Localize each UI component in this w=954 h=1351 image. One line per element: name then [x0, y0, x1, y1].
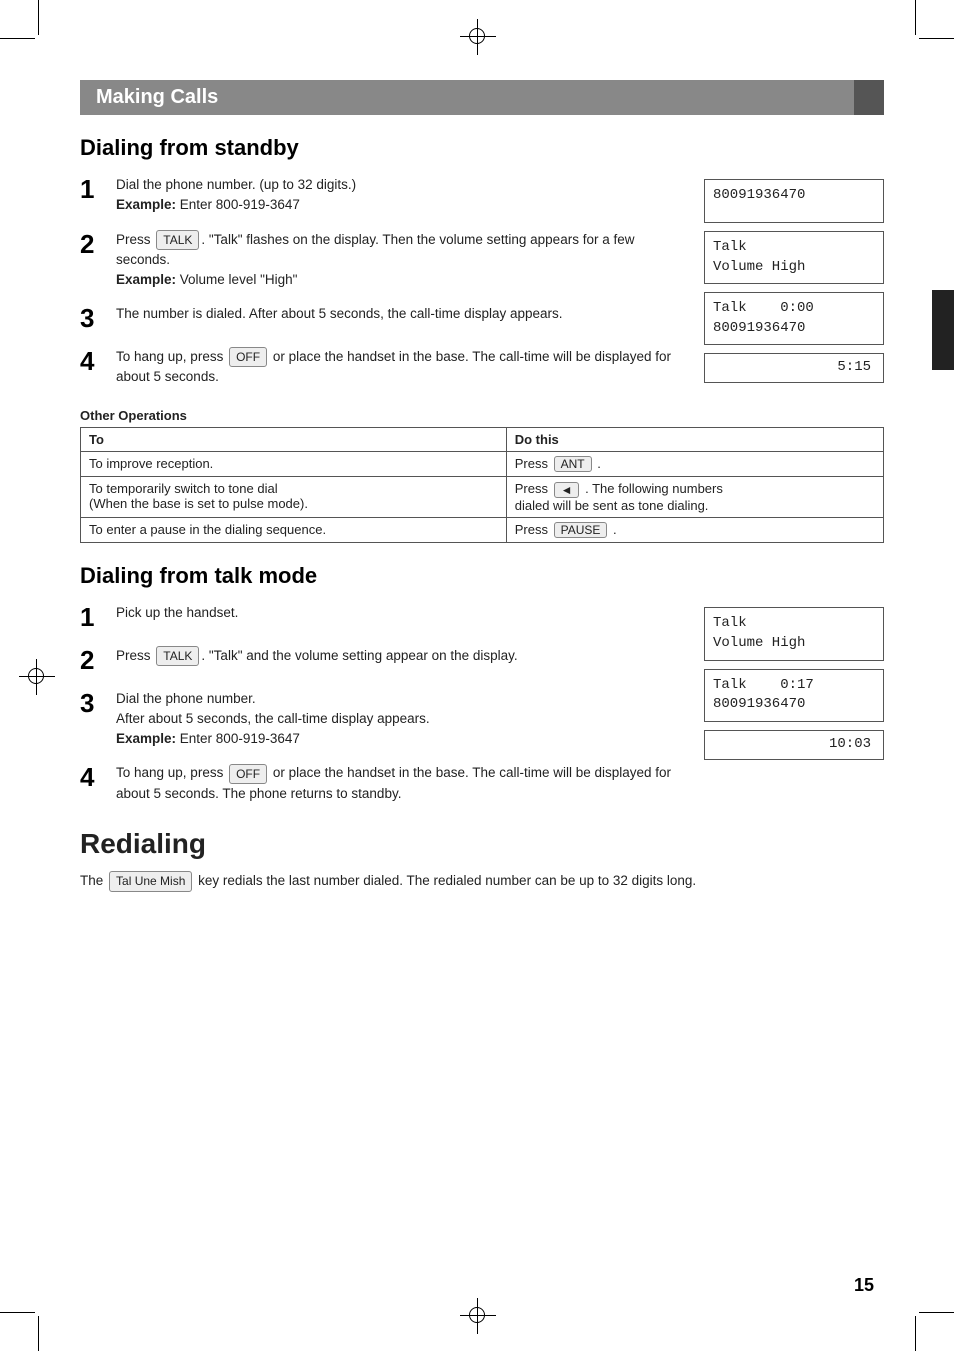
- step-standby-3: 3 The number is dialed. After about 5 se…: [80, 304, 684, 333]
- lcd-standby-1: 80091936470: [704, 179, 884, 223]
- lcd-talk-3: 10:03: [704, 730, 884, 760]
- step-talk-num-4: 4: [80, 763, 110, 792]
- ops-row-3-to: To enter a pause in the dialing sequence…: [81, 517, 507, 543]
- talk-key-talk2: TALK: [156, 646, 199, 666]
- step-talk-content-4: To hang up, press OFF or place the hands…: [116, 763, 684, 804]
- step-talk-3: 3 Dial the phone number. After about 5 s…: [80, 689, 684, 750]
- section-title: Making Calls: [96, 86, 218, 109]
- step-content-1: Dial the phone number. (up to 32 digits.…: [116, 175, 684, 216]
- step-num-2: 2: [80, 230, 110, 259]
- step-talk-4: 4 To hang up, press OFF or place the han…: [80, 763, 684, 804]
- pause-key: PAUSE: [554, 522, 608, 538]
- side-tab: [932, 290, 954, 370]
- ops-row-3-do: Press PAUSE .: [506, 517, 883, 543]
- registration-mark-bottom: [469, 1307, 485, 1323]
- tone-key: ◄: [554, 482, 580, 498]
- ops-row-2-do: Press ◄ . The following numbersdialed wi…: [506, 477, 883, 518]
- ops-col-to: To: [81, 427, 507, 451]
- step-standby-4: 4 To hang up, press OFF or place the han…: [80, 347, 684, 388]
- step-content-4: To hang up, press OFF or place the hands…: [116, 347, 684, 388]
- ops-row-2: To temporarily switch to tone dial(When …: [81, 477, 884, 518]
- dialing-talk-title: Dialing from talk mode: [80, 563, 884, 589]
- ops-row-2-to: To temporarily switch to tone dial(When …: [81, 477, 507, 518]
- off-key-standby4: OFF: [229, 347, 267, 367]
- lcd-talk-2: Talk 0:17 80091936470: [704, 669, 884, 722]
- ops-col-do: Do this: [506, 427, 883, 451]
- redialing-section: Redialing The Tal Une Mish key redials t…: [80, 828, 884, 892]
- section-header: Making Calls: [80, 80, 884, 115]
- talk-displays: Talk Volume High Talk 0:17 80091936470 1…: [704, 603, 884, 818]
- lcd-standby-3: Talk 0:00 80091936470: [704, 292, 884, 345]
- talk-key-standby2: TALK: [156, 230, 199, 250]
- step-talk-num-2: 2: [80, 646, 110, 675]
- step-num-1: 1: [80, 175, 110, 204]
- registration-mark-top: [469, 28, 485, 44]
- ops-row-1-to: To improve reception.: [81, 451, 507, 477]
- redial-key: Tal Une Mish: [109, 871, 192, 892]
- lcd-talk-1: Talk Volume High: [704, 607, 884, 660]
- dialing-standby-section: Dialing from standby 1 Dial the phone nu…: [80, 135, 884, 543]
- step-talk-content-1: Pick up the handset.: [116, 603, 684, 623]
- dialing-talk-section: Dialing from talk mode 1 Pick up the han…: [80, 563, 884, 818]
- antenna-key: ANT: [554, 456, 592, 472]
- step-num-4: 4: [80, 347, 110, 376]
- ops-row-1-do: Press ANT .: [506, 451, 883, 477]
- standby-displays: 80091936470 Talk Volume High Talk 0:00 8…: [704, 175, 884, 402]
- step-content-3: The number is dialed. After about 5 seco…: [116, 304, 684, 324]
- ops-row-1: To improve reception. Press ANT .: [81, 451, 884, 477]
- other-ops-title: Other Operations: [80, 408, 884, 423]
- step-talk-num-3: 3: [80, 689, 110, 718]
- dialing-standby-title: Dialing from standby: [80, 135, 884, 161]
- page-number: 15: [854, 1275, 874, 1296]
- step-content-2: Press TALK. "Talk" flashes on the displa…: [116, 230, 684, 291]
- step-talk-1: 1 Pick up the handset.: [80, 603, 684, 632]
- step-talk-2: 2 Press TALK. "Talk" and the volume sett…: [80, 646, 684, 675]
- lcd-standby-4: 5:15: [704, 353, 884, 383]
- lcd-standby-2: Talk Volume High: [704, 231, 884, 284]
- registration-mark-left: [28, 668, 44, 684]
- step-talk-content-2: Press TALK. "Talk" and the volume settin…: [116, 646, 684, 666]
- redialing-text: The Tal Une Mish key redials the last nu…: [80, 870, 884, 892]
- redialing-title: Redialing: [80, 828, 884, 860]
- off-key-talk4: OFF: [229, 764, 267, 784]
- step-talk-content-3: Dial the phone number. After about 5 sec…: [116, 689, 684, 750]
- ops-row-3: To enter a pause in the dialing sequence…: [81, 517, 884, 543]
- step-standby-2: 2 Press TALK. "Talk" flashes on the disp…: [80, 230, 684, 291]
- step-standby-1: 1 Dial the phone number. (up to 32 digit…: [80, 175, 684, 216]
- other-ops-table: To Do this To improve reception. Press A…: [80, 427, 884, 544]
- step-talk-num-1: 1: [80, 603, 110, 632]
- step-num-3: 3: [80, 304, 110, 333]
